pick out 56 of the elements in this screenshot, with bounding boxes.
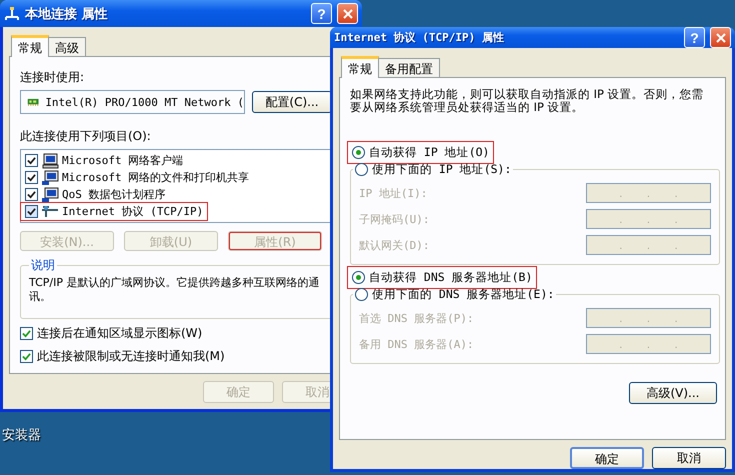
field-label: 默认网关(D):: [359, 238, 430, 253]
dialog-button[interactable]: 取消: [652, 447, 726, 469]
field-label: 子网掩码(U):: [359, 212, 430, 227]
component-label: Internet 协议 (TCP/IP): [62, 204, 204, 219]
desktop-icon-label: 安装器: [2, 427, 41, 444]
radio-button[interactable]: [352, 146, 365, 160]
radio-button[interactable]: [352, 271, 365, 284]
adapter-name: Intel(R) PRO/1000 MT Network (: [45, 96, 244, 108]
computer-icon: [41, 152, 59, 168]
advanced-button[interactable]: 高级(V)...: [629, 382, 717, 404]
close-icon: [342, 8, 352, 18]
close-icon: [716, 32, 726, 42]
component-item[interactable]: QoS 数据包计划程序: [21, 186, 170, 203]
computer-icon: [41, 186, 59, 202]
list-label: 此连接使用下列项目(O):: [20, 128, 152, 145]
field-label: 连接时使用:: [20, 69, 86, 86]
group-title: 说明: [30, 257, 56, 274]
dialog-button[interactable]: 确定: [570, 447, 644, 469]
radio-option[interactable]: 自动获得 DNS 服务器地址(B): [350, 269, 534, 286]
configure-button[interactable]: 配置(C)...: [252, 91, 332, 113]
checkbox-label: 连接后在通知区域显示图标(W): [37, 325, 202, 342]
window-title: 本地连接 属性: [25, 6, 108, 22]
window-title: Internet 协议 (TCP/IP) 属性: [334, 30, 504, 45]
component-item[interactable]: Microsoft 网络的文件和打印机共享: [21, 169, 254, 186]
tab[interactable]: 常规: [341, 56, 379, 78]
checkbox[interactable]: [25, 205, 38, 218]
checkbox[interactable]: [25, 171, 38, 184]
checkbox[interactable]: [25, 154, 38, 167]
component-item[interactable]: Microsoft 网络客户端: [21, 152, 188, 169]
radio-option[interactable]: 使用下面的 IP 地址(S):: [353, 162, 514, 178]
radio-option[interactable]: 使用下面的 DNS 服务器地址(E):: [353, 287, 556, 302]
intro-text: 如果网络支持此功能，则可以获取自动指派的 IP 设置。否则，您需要从网络系统管理员处获得适当的 IP 设置。: [350, 88, 705, 114]
component-label: Microsoft 网络的文件和打印机共享: [62, 170, 250, 185]
computer-icon: [41, 170, 59, 186]
network-protocol-icon: [41, 204, 59, 220]
checkbox-label: 此连接被限制或无连接时通知我(M): [37, 348, 225, 365]
tab[interactable]: 常规: [11, 35, 49, 57]
field-label: 备用 DNS 服务器(A):: [359, 336, 474, 352]
component-label: Microsoft 网络客户端: [62, 153, 184, 168]
radio-button[interactable]: [355, 288, 368, 302]
component-label: QoS 数据包计划程序: [62, 187, 166, 202]
field-label: IP 地址(I):: [359, 186, 428, 201]
tab[interactable]: 备用配置: [378, 58, 440, 77]
radio-button[interactable]: [355, 163, 368, 176]
close-button[interactable]: [337, 3, 358, 24]
network-icon: [4, 6, 20, 22]
component-item[interactable]: Internet 协议 (TCP/IP): [21, 203, 208, 220]
checkbox[interactable]: [20, 350, 33, 363]
close-button[interactable]: [710, 27, 731, 48]
radio-option[interactable]: 自动获得 IP 地址(O): [350, 144, 492, 162]
checkbox[interactable]: [20, 327, 33, 340]
network-card-icon: [27, 96, 40, 108]
checkbox[interactable]: [25, 188, 38, 201]
description-text: TCP/IP 是默认的广域网协议。它提供跨越多种互联网络的通讯。: [29, 276, 320, 304]
tab[interactable]: 高级: [48, 37, 86, 56]
field-label: 首选 DNS 服务器(P):: [359, 310, 474, 326]
